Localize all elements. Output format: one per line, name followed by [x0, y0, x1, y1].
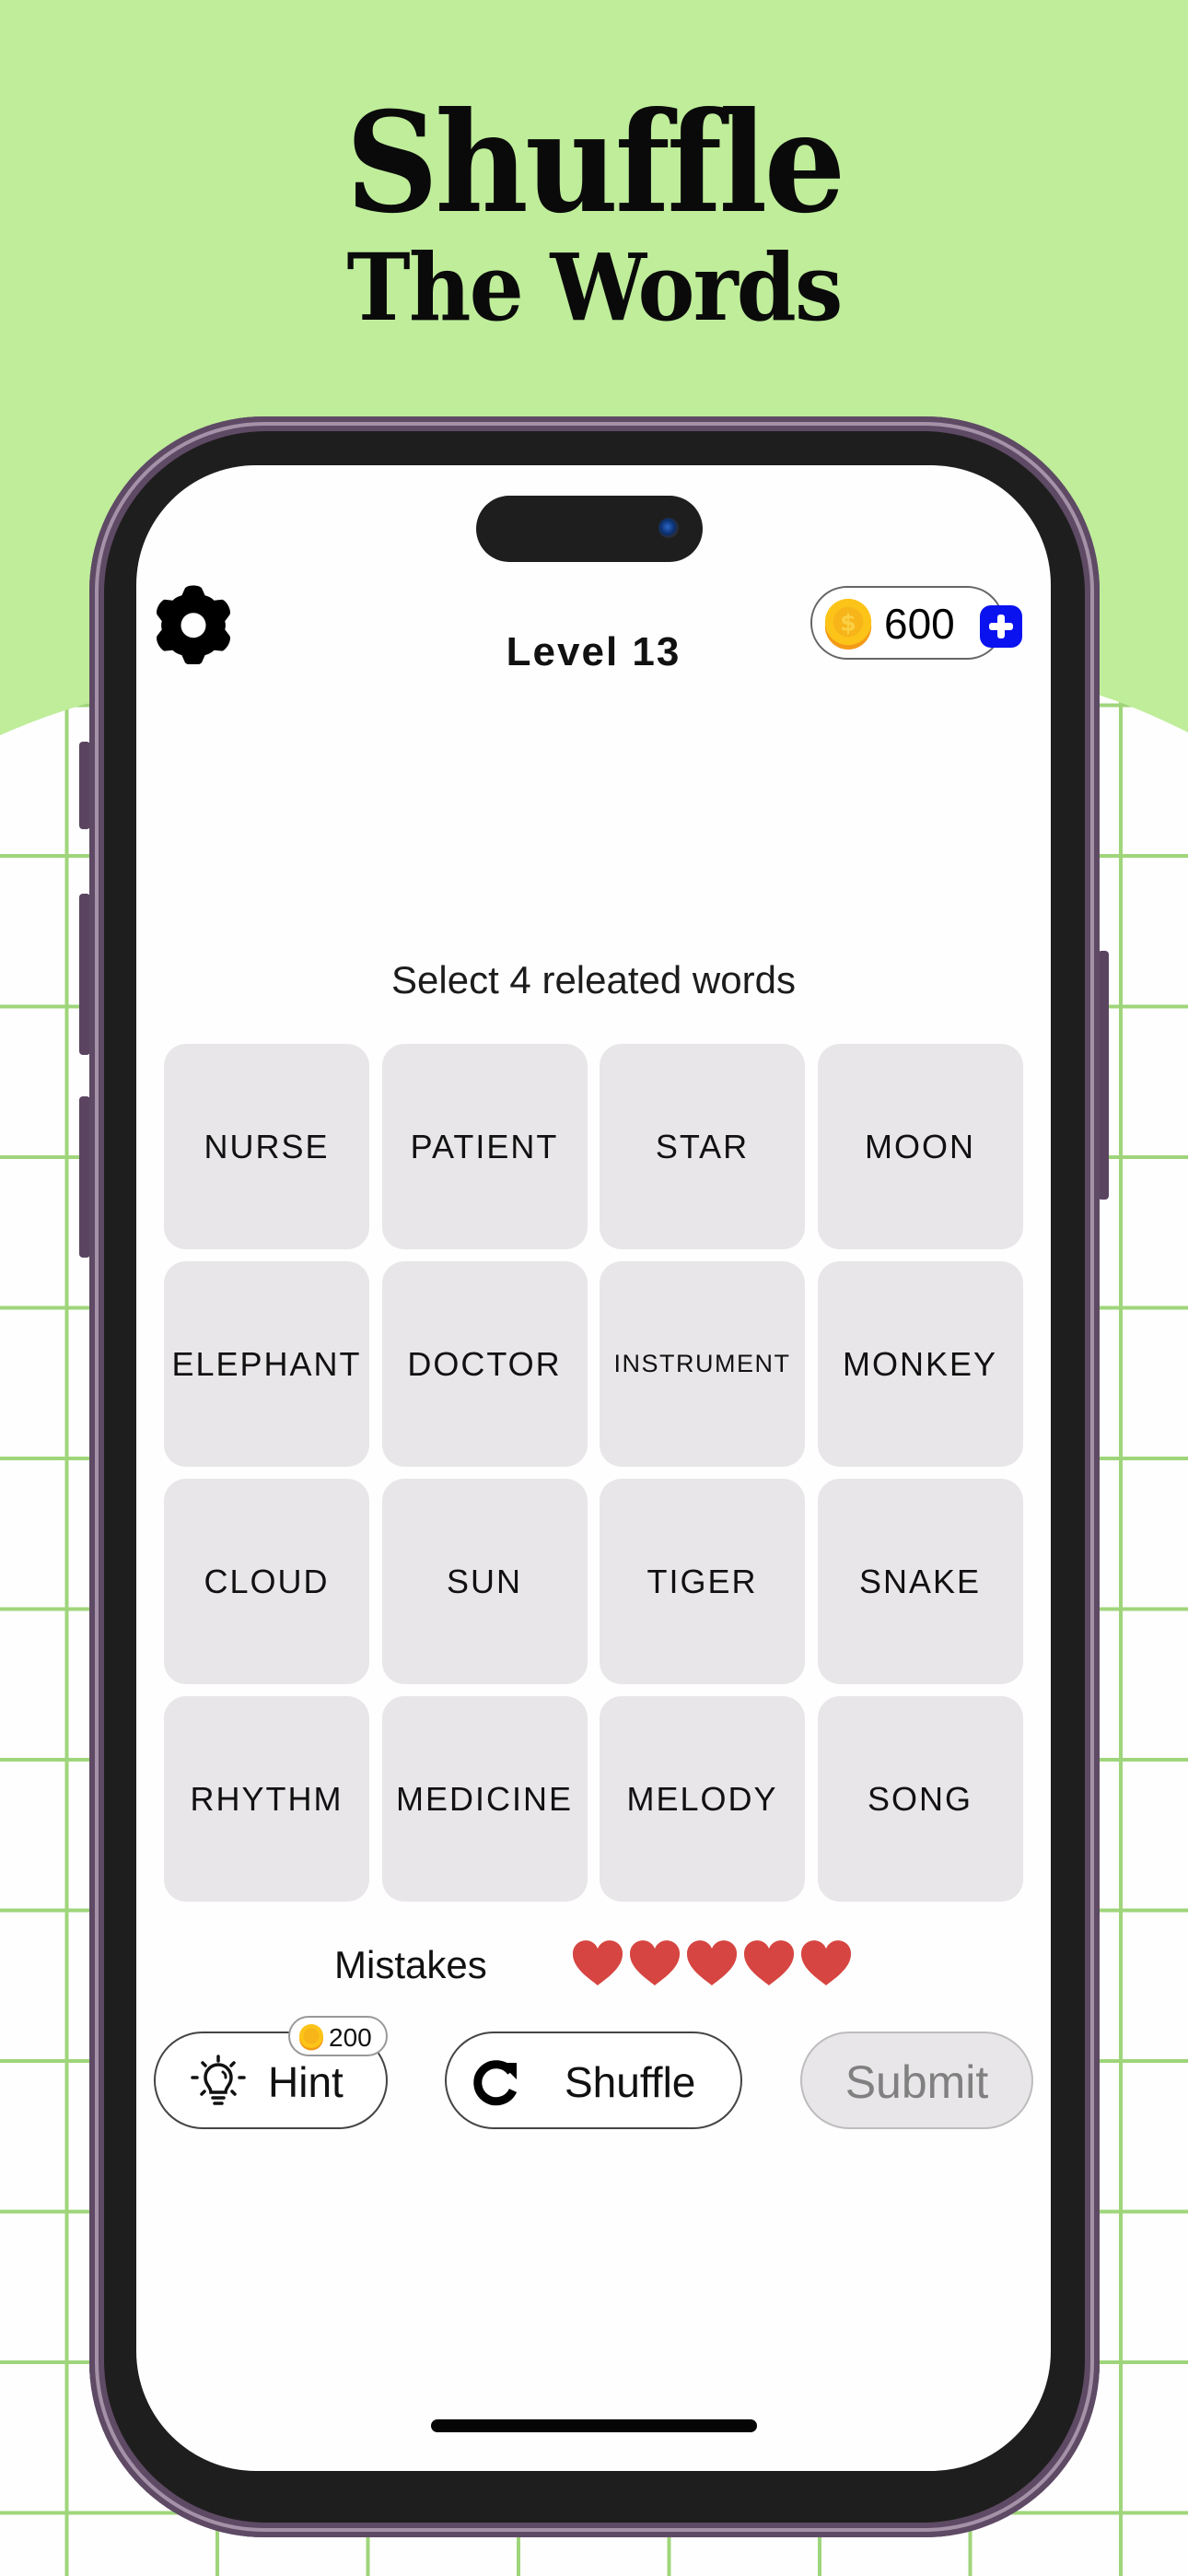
- word-card[interactable]: TIGER: [600, 1479, 805, 1684]
- heart-icon: [743, 1940, 795, 1985]
- word-card[interactable]: PATIENT: [381, 1044, 588, 1249]
- submit-button[interactable]: Submit: [800, 2032, 1033, 2129]
- heart-icon: [686, 1940, 738, 1985]
- dynamic-island: [476, 496, 703, 562]
- word-card[interactable]: NURSE: [164, 1044, 369, 1249]
- word-card[interactable]: MEDICINE: [381, 1696, 588, 1902]
- mistakes-hearts: [571, 1939, 853, 1987]
- hint-cost: 200: [329, 2023, 372, 2052]
- word-card[interactable]: INSTRUMENT: [600, 1261, 805, 1467]
- submit-label: Submit: [844, 2056, 989, 2108]
- phone-screen: Level 13 $ 600 Select 4 releated words N…: [136, 465, 1051, 2471]
- heart-icon: [572, 1940, 623, 1985]
- promo-headline: Shuffle: [345, 82, 845, 244]
- hint-cost-badge: 200: [288, 2016, 388, 2056]
- word-card[interactable]: SNAKE: [817, 1479, 1023, 1684]
- mistakes-label: Mistakes: [334, 1943, 487, 1986]
- instruction-text: Select 4 releated words: [391, 958, 796, 1001]
- hint-label: Hint: [268, 2058, 344, 2106]
- coin-count: 600: [884, 600, 955, 648]
- heart-icon: [800, 1940, 852, 1985]
- word-card[interactable]: CLOUD: [164, 1479, 369, 1684]
- promo-subheadline: The Words: [346, 233, 844, 342]
- word-card[interactable]: RHYTHM: [164, 1696, 369, 1902]
- coin-balance: $ 600: [810, 586, 1004, 660]
- svg-text:$: $: [840, 610, 856, 637]
- word-card[interactable]: MELODY: [600, 1696, 805, 1902]
- refresh-icon: [473, 2060, 518, 2106]
- word-card[interactable]: MOON: [817, 1044, 1023, 1249]
- lightbulb-icon: [191, 2055, 246, 2105]
- heart-icon: [629, 1940, 681, 1985]
- word-card[interactable]: ELEPHANT: [164, 1261, 369, 1467]
- word-card[interactable]: SONG: [817, 1696, 1023, 1902]
- gold-coin-icon: $: [824, 598, 872, 650]
- gold-coin-icon: [299, 2024, 323, 2051]
- add-coins-button[interactable]: [980, 605, 1022, 648]
- shuffle-label: Shuffle: [565, 2058, 696, 2106]
- word-card[interactable]: SUN: [381, 1479, 588, 1684]
- camera-icon: [658, 518, 679, 538]
- word-grid: NURSE PATIENT STAR MOON ELEPHANT DOCTOR …: [164, 1044, 1023, 1902]
- word-card[interactable]: STAR: [600, 1044, 805, 1249]
- shuffle-button[interactable]: Shuffle: [445, 2032, 742, 2129]
- word-card[interactable]: DOCTOR: [381, 1261, 588, 1467]
- home-indicator: [431, 2419, 757, 2432]
- word-card[interactable]: MONKEY: [817, 1261, 1023, 1467]
